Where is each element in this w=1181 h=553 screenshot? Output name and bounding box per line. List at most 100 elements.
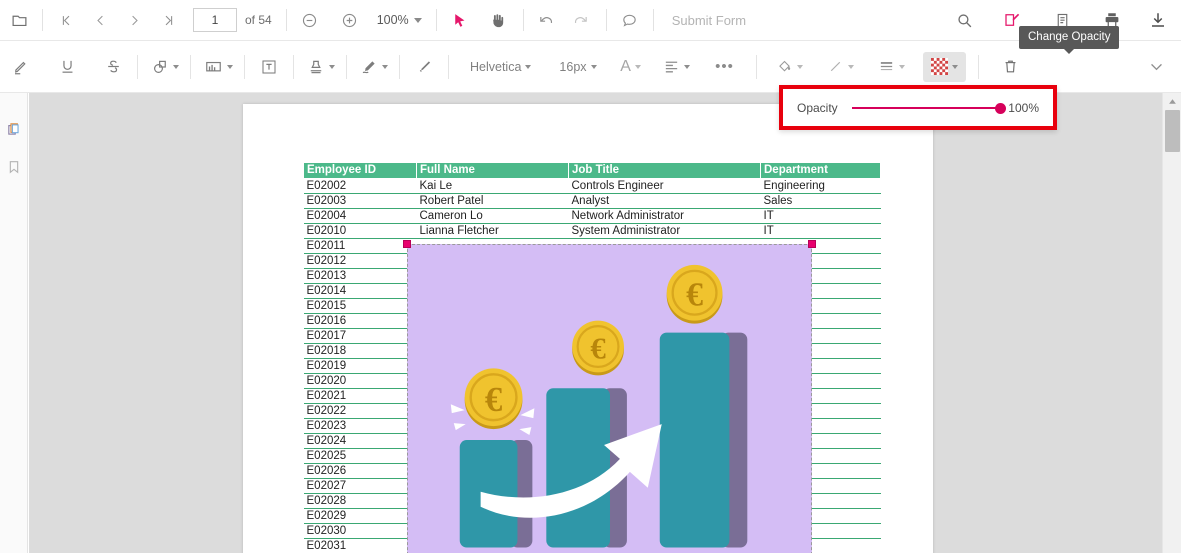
column-header-full-name: Full Name — [417, 163, 569, 179]
opacity-label: Opacity — [797, 101, 838, 115]
table-row: E02002Kai LeControls EngineerEngineering — [304, 179, 881, 194]
open-file-icon[interactable] — [2, 3, 36, 37]
delete-icon[interactable] — [996, 52, 1026, 82]
more-options-button[interactable]: ••• — [710, 52, 740, 82]
text-color-dropdown[interactable]: A — [615, 52, 645, 82]
scroll-up-arrow[interactable] — [1163, 93, 1181, 109]
zoom-out-icon[interactable] — [293, 3, 327, 37]
table-cell: E02016 — [304, 314, 417, 329]
search-icon[interactable] — [947, 3, 981, 37]
chevron-down-icon — [591, 65, 597, 69]
previous-page-icon[interactable] — [83, 3, 117, 37]
chevron-down-icon — [797, 65, 803, 69]
vertical-scrollbar[interactable] — [1162, 93, 1181, 553]
comment-icon[interactable] — [613, 3, 647, 37]
shapes-tool[interactable] — [147, 52, 181, 82]
table-cell: Analyst — [569, 194, 761, 209]
table-cell: IT — [761, 224, 881, 239]
divider — [523, 9, 524, 31]
text-box-tool[interactable] — [254, 52, 284, 82]
chevron-down-icon — [952, 65, 958, 69]
brush-tool[interactable] — [409, 52, 439, 82]
divider — [448, 55, 449, 79]
table-cell: E02012 — [304, 254, 417, 269]
divider — [244, 55, 245, 79]
pan-hand-icon[interactable] — [481, 3, 515, 37]
divider — [978, 55, 979, 79]
download-icon[interactable] — [1141, 3, 1175, 37]
resize-handle-top-left[interactable] — [403, 240, 411, 248]
divider — [399, 55, 400, 79]
divider — [190, 55, 191, 79]
first-page-icon[interactable] — [49, 3, 83, 37]
tooltip-change-opacity: Change Opacity — [1019, 26, 1119, 49]
table-cell: E02029 — [304, 509, 417, 524]
divider — [653, 9, 654, 31]
table-cell: Engineering — [761, 179, 881, 194]
table-cell: E02030 — [304, 524, 417, 539]
table-cell: E02026 — [304, 464, 417, 479]
underline-icon[interactable] — [52, 52, 82, 82]
table-cell: E02020 — [304, 374, 417, 389]
opacity-slider[interactable] — [852, 107, 1002, 109]
font-family-dropdown[interactable]: Helvetica — [466, 52, 533, 82]
table-cell: E02028 — [304, 494, 417, 509]
table-cell: E02019 — [304, 359, 417, 374]
divider — [42, 9, 43, 31]
growth-chart-illustration: € € € — [408, 245, 811, 553]
table-cell: E02003 — [304, 194, 417, 209]
opacity-button[interactable] — [923, 52, 966, 82]
table-cell: E02002 — [304, 179, 417, 194]
fill-color-dropdown[interactable] — [772, 52, 805, 82]
chevron-down-icon — [899, 65, 905, 69]
document-viewport[interactable]: Employee ID Full Name Job Title Departme… — [29, 93, 1162, 553]
stroke-color-dropdown[interactable] — [823, 52, 856, 82]
chevron-down-icon — [684, 65, 690, 69]
text-align-dropdown[interactable] — [659, 52, 692, 82]
next-page-icon[interactable] — [117, 3, 151, 37]
image-annotation-content: € € € — [407, 244, 812, 553]
table-cell: E02021 — [304, 389, 417, 404]
table-row: E02004Cameron LoNetwork AdministratorIT — [304, 209, 881, 224]
chevron-down-icon — [227, 65, 233, 69]
zoom-level-dropdown[interactable]: 100% — [377, 13, 422, 27]
highlight-icon[interactable] — [6, 52, 36, 82]
resize-handle-top-right[interactable] — [808, 240, 816, 248]
column-header-department: Department — [761, 163, 881, 179]
table-cell: E02004 — [304, 209, 417, 224]
chevron-down-icon — [382, 65, 388, 69]
table-cell: E02011 — [304, 239, 417, 254]
divider — [286, 9, 287, 31]
bookmarks-icon[interactable] — [0, 148, 28, 186]
page-thumbnails-icon[interactable] — [0, 110, 28, 148]
pdf-page[interactable]: Employee ID Full Name Job Title Departme… — [243, 104, 933, 553]
divider — [756, 55, 757, 79]
left-sidebar — [0, 93, 28, 553]
divider — [606, 9, 607, 31]
column-header-job-title: Job Title — [569, 163, 761, 179]
opacity-slider-handle[interactable] — [995, 103, 1006, 114]
zoom-in-icon[interactable] — [333, 3, 367, 37]
page-total-label: of 54 — [245, 13, 272, 27]
scrollbar-thumb[interactable] — [1165, 110, 1180, 152]
chevron-down-icon — [173, 65, 179, 69]
table-cell: Network Administrator — [569, 209, 761, 224]
font-size-dropdown[interactable]: 16px — [555, 52, 598, 82]
page-number-input[interactable]: 1 — [193, 8, 237, 32]
chevron-down-icon — [329, 65, 335, 69]
undo-icon[interactable] — [530, 3, 564, 37]
line-thickness-dropdown[interactable] — [874, 52, 907, 82]
select-cursor-icon[interactable] — [443, 3, 477, 37]
last-page-icon[interactable] — [151, 3, 185, 37]
signature-tool[interactable] — [356, 52, 390, 82]
svg-text:€: € — [590, 331, 606, 365]
submit-form-button[interactable]: Submit Form — [672, 13, 746, 28]
insert-image-tool[interactable] — [200, 52, 235, 82]
strikethrough-icon[interactable] — [98, 52, 128, 82]
image-annotation[interactable]: € € € — [407, 244, 812, 553]
more-options-label: ••• — [715, 62, 734, 72]
collapse-toolbar-icon[interactable] — [1141, 52, 1171, 82]
redo-icon[interactable] — [564, 3, 598, 37]
table-cell: Cameron Lo — [417, 209, 569, 224]
stamp-tool[interactable] — [303, 52, 337, 82]
